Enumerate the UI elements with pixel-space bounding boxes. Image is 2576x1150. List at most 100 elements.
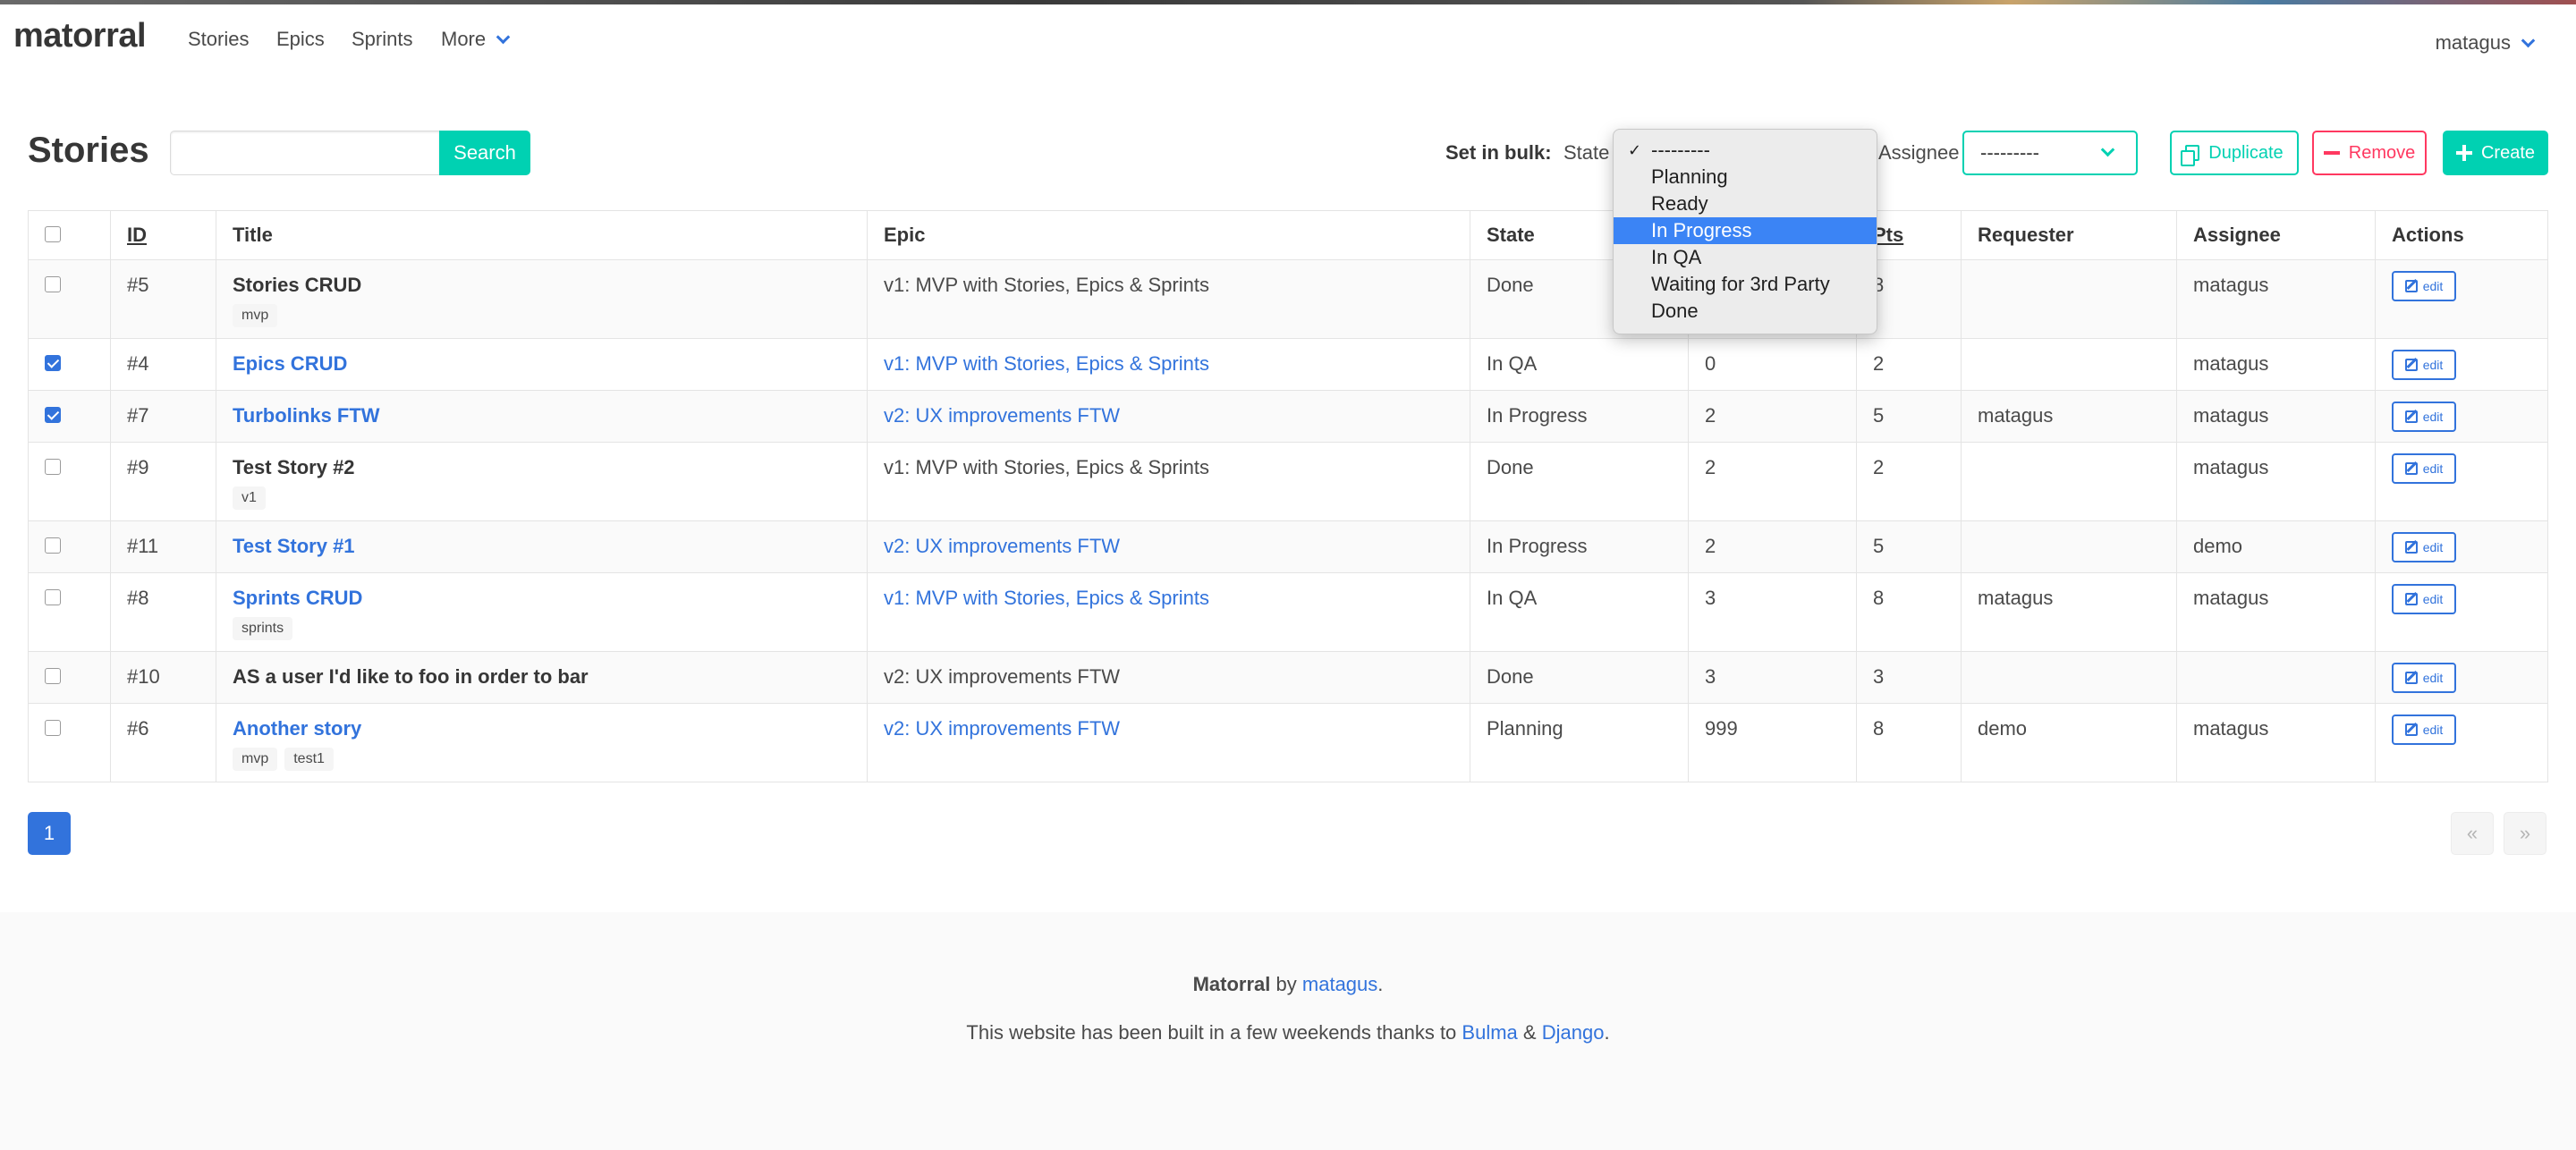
row-select-cell[interactable] [28, 651, 111, 704]
user-menu[interactable]: matagus [2436, 31, 2536, 55]
row-checkbox[interactable] [45, 407, 61, 423]
story-state: In QA [1470, 338, 1689, 391]
edit-button[interactable]: edit [2392, 584, 2456, 614]
story-hidden-col: 2 [1688, 520, 1857, 573]
story-tag[interactable]: mvp [233, 304, 278, 327]
row-select-cell[interactable] [28, 259, 111, 339]
edit-icon [2404, 462, 2418, 475]
story-requester [1961, 259, 2177, 339]
story-tag[interactable]: sprints [233, 617, 293, 640]
check-icon: ✓ [1628, 141, 1642, 159]
story-assignee: demo [2176, 520, 2376, 573]
create-button[interactable]: Create [2443, 131, 2548, 175]
row-select-cell[interactable] [28, 572, 111, 652]
duplicate-label: Duplicate [2208, 142, 2284, 163]
row-checkbox[interactable] [45, 668, 61, 684]
story-id: #7 [110, 390, 216, 443]
story-epic[interactable]: v2: UX improvements FTW [884, 404, 1120, 427]
story-title[interactable]: Stories CRUD [233, 274, 851, 297]
state-option[interactable]: ✓ --------- [1614, 137, 1877, 164]
header-id[interactable]: ID [110, 210, 216, 260]
story-epic[interactable]: v2: UX improvements FTW [884, 717, 1120, 740]
story-title[interactable]: Turbolinks FTW [233, 404, 851, 427]
story-title[interactable]: Sprints CRUD [233, 587, 851, 610]
row-checkbox[interactable] [45, 589, 61, 605]
story-epic[interactable]: v1: MVP with Stories, Epics & Sprints [884, 352, 1209, 375]
duplicate-button[interactable]: Duplicate [2170, 131, 2299, 175]
row-checkbox[interactable] [45, 720, 61, 736]
story-title[interactable]: Test Story #1 [233, 535, 851, 558]
story-title[interactable]: Epics CRUD [233, 352, 851, 376]
state-option[interactable]: Ready [1614, 190, 1877, 217]
row-checkbox[interactable] [45, 537, 61, 554]
state-option[interactable]: Done [1614, 298, 1877, 325]
chevron-down-icon [496, 30, 511, 45]
bulma-link[interactable]: Bulma [1462, 1021, 1517, 1044]
row-select-cell[interactable] [28, 338, 111, 391]
row-select-cell[interactable] [28, 703, 111, 782]
story-tag[interactable]: mvp [233, 748, 278, 771]
row-select-cell[interactable] [28, 520, 111, 573]
prev-page-button[interactable]: « [2451, 812, 2494, 855]
story-epic-cell: v2: UX improvements FTW [867, 651, 1470, 704]
footer-author-link[interactable]: matagus [1302, 973, 1377, 995]
edit-button[interactable]: edit [2392, 453, 2456, 484]
edit-label: edit [2422, 671, 2444, 685]
state-select-dropdown[interactable]: ✓ --------- Planning Ready In Progress In QA W… [1613, 129, 1877, 334]
brand-logo[interactable]: matorral [13, 17, 147, 55]
table-row: #7 Turbolinks FTW v2: UX improvements FTW I… [28, 390, 2548, 443]
story-assignee: matagus [2176, 703, 2376, 782]
story-epic-cell: v2: UX improvements FTW [867, 703, 1470, 782]
state-option[interactable]: Planning [1614, 164, 1877, 190]
state-option-label: --------- [1651, 139, 1710, 161]
remove-button[interactable]: Remove [2312, 131, 2427, 175]
story-id: #11 [110, 520, 216, 573]
nav-sprints[interactable]: Sprints [352, 28, 412, 51]
header-select-all[interactable] [28, 210, 111, 260]
edit-button[interactable]: edit [2392, 715, 2456, 745]
story-points: 8 [1856, 703, 1962, 782]
story-title[interactable]: Another story [233, 717, 851, 740]
nav-stories[interactable]: Stories [188, 28, 249, 51]
story-title-cell: Test Story #2 v1 [216, 442, 868, 521]
chevron-down-icon [2100, 142, 2115, 157]
story-epic[interactable]: v1: MVP with Stories, Epics & Sprints [884, 587, 1209, 609]
footer-thanks-text: This website has been built in a few wee… [966, 1021, 1457, 1044]
table-header-row: ID Title Epic State Pts Requester Assign… [28, 210, 2548, 260]
row-checkbox[interactable] [45, 459, 61, 475]
state-option[interactable]: In Progress [1614, 217, 1877, 244]
story-requester [1961, 651, 2177, 704]
story-tag[interactable]: v1 [233, 486, 266, 510]
story-actions: edit [2375, 390, 2548, 443]
edit-icon [2404, 359, 2418, 371]
select-all-checkbox[interactable] [45, 225, 61, 242]
state-option[interactable]: In QA [1614, 244, 1877, 271]
page-1-button[interactable]: 1 [28, 812, 71, 855]
edit-button[interactable]: edit [2392, 663, 2456, 693]
edit-button[interactable]: edit [2392, 402, 2456, 432]
story-requester [1961, 442, 2177, 521]
nav-more[interactable]: More [441, 28, 511, 51]
story-epic: v1: MVP with Stories, Epics & Sprints [884, 274, 1209, 296]
edit-button[interactable]: edit [2392, 350, 2456, 380]
story-assignee: matagus [2176, 390, 2376, 443]
django-link[interactable]: Django [1542, 1021, 1605, 1044]
state-option[interactable]: Waiting for 3rd Party [1614, 271, 1877, 298]
next-page-button[interactable]: » [2504, 812, 2546, 855]
row-select-cell[interactable] [28, 390, 111, 443]
search-button[interactable]: Search [439, 131, 530, 175]
story-tag[interactable]: test1 [284, 748, 334, 771]
story-title[interactable]: AS a user I'd like to foo in order to ba… [233, 665, 851, 689]
story-title[interactable]: Test Story #2 [233, 456, 851, 479]
search-input[interactable] [170, 131, 440, 175]
row-select-cell[interactable] [28, 442, 111, 521]
table-row: #6 Another story mvp test1 v2: UX improvemen… [28, 703, 2548, 782]
edit-button[interactable]: edit [2392, 271, 2456, 301]
edit-button[interactable]: edit [2392, 532, 2456, 562]
assignee-select[interactable]: --------- [1962, 131, 2138, 175]
story-epic[interactable]: v2: UX improvements FTW [884, 535, 1120, 557]
nav-epics[interactable]: Epics [276, 28, 325, 51]
row-checkbox[interactable] [45, 355, 61, 371]
row-checkbox[interactable] [45, 276, 61, 292]
story-epic: v1: MVP with Stories, Epics & Sprints [884, 456, 1209, 478]
